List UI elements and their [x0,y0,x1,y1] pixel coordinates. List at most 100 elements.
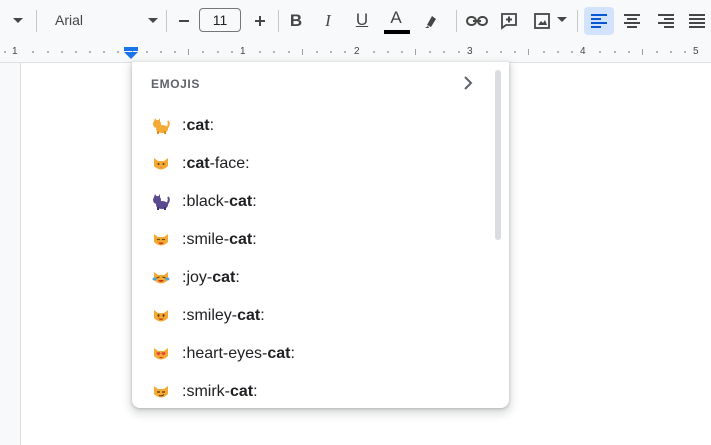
ruler-mark [415,49,416,55]
ruler-mark [89,51,91,53]
emoji-option-label: :cat-face: [182,155,250,172]
ruler-mark [61,51,63,53]
emoji-option[interactable]: :black-cat: [132,183,497,221]
emoji-option[interactable]: :cat-face: [132,145,497,183]
emoji-option-label: :heart-eyes-cat: [182,345,295,362]
decrease-font-size-button[interactable] [170,8,198,34]
font-family-select[interactable]: Arial [55,12,83,28]
popup-title: EMOJIS [151,77,200,91]
ruler-mark [4,51,6,53]
font-family-chevron-down-icon[interactable] [146,15,160,27]
ruler-mark [373,51,375,53]
ruler-mark [543,51,545,53]
chevron-right-icon[interactable] [459,74,477,92]
ruler-mark [117,51,119,53]
font-size-input[interactable]: 11 [199,8,241,32]
cat-face-emoji-icon [152,156,170,172]
ruler-mark [202,51,204,53]
ruler-mark [387,51,389,53]
emoji-option[interactable]: :smiley-cat: [132,297,497,335]
ruler-number: 2 [354,46,360,57]
image-chevron-down-icon[interactable] [556,15,568,25]
emoji-option[interactable]: :cat: [132,107,497,145]
smiley-cat-emoji-icon [152,308,170,324]
ruler-mark [429,51,431,53]
justify-button[interactable] [683,7,711,35]
ruler-mark [259,51,261,53]
ruler-mark [656,51,658,53]
smirk-cat-emoji-icon [152,384,170,400]
emoji-option[interactable]: :smirk-cat: [132,373,497,408]
ruler-mark [500,51,502,53]
ruler-mark [528,49,529,55]
ruler-mark [458,51,460,53]
toolbar-divider [166,10,167,32]
ruler-mark [146,51,148,53]
toolbar-divider [456,10,457,32]
ruler-mark [231,51,233,53]
emoji-option-label: :black-cat: [182,193,257,210]
ruler-number: 5 [693,46,699,57]
ruler-mark [316,51,318,53]
ruler-mark [486,51,488,53]
align-right-button[interactable] [652,7,680,35]
emoji-option[interactable]: :heart-eyes-cat: [132,335,497,373]
ruler-mark [302,49,303,55]
ruler-mark [443,51,445,53]
emoji-option-label: :joy-cat: [182,269,240,286]
ruler-mark [628,51,630,53]
emoji-option-label: :smirk-cat: [182,383,258,400]
heart-eyes-cat-emoji-icon [152,346,170,362]
text-color-swatch [384,30,410,34]
emoji-suggestion-popup: EMOJIS :cat: :cat-face: :black-cat: :smi… [132,62,509,408]
insert-image-icon[interactable] [531,10,553,32]
toolbar-divider [36,10,37,32]
emoji-option-label: :cat: [182,117,215,134]
ruler-mark [599,51,601,53]
ruler-mark [288,51,290,53]
align-center-button[interactable] [618,7,646,35]
styles-dropdown-icon[interactable] [10,12,26,30]
bold-button[interactable]: B [286,10,306,32]
ruler-mark [571,51,573,53]
cat-emoji-icon [152,118,170,134]
text-color-button[interactable]: A [385,6,407,30]
increase-font-size-button[interactable] [246,8,274,34]
ruler-number: 4 [580,46,586,57]
ruler-mark [614,51,616,53]
ruler-mark [273,51,275,53]
ruler-mark [188,49,189,55]
align-left-button[interactable] [584,7,614,35]
toolbar-divider [278,10,279,32]
ruler-mark [75,51,77,53]
ruler-mark [32,51,34,53]
ruler-mark [670,51,672,53]
smile-cat-emoji-icon [152,232,170,248]
italic-button[interactable]: I [318,10,338,32]
ruler-mark [514,51,516,53]
highlight-color-icon[interactable] [421,10,443,32]
ruler-mark [160,51,162,53]
ruler-mark [103,51,105,53]
ruler-mark [401,51,403,53]
underline-button[interactable]: U [352,9,372,31]
emoji-option[interactable]: :joy-cat: [132,259,497,297]
ruler-number: 1 [240,46,246,57]
toolbar-divider [577,10,578,32]
ruler-mark [344,51,346,53]
insert-comment-icon[interactable] [498,10,520,32]
ruler-mark [47,51,49,53]
insert-link-icon[interactable] [465,10,489,32]
emoji-option[interactable]: :smile-cat: [132,221,497,259]
ruler-mark [557,51,559,53]
ruler-mark [330,51,332,53]
black-cat-emoji-icon [152,194,170,210]
emoji-option-label: :smiley-cat: [182,307,265,324]
joy-cat-emoji-icon [152,270,170,286]
first-line-indent-marker-icon[interactable] [124,47,138,59]
emoji-option-label: :smile-cat: [182,231,257,248]
horizontal-ruler[interactable]: 1 1 2 3 4 5 [0,42,711,63]
ruler-mark [174,51,176,53]
ruler-number: 1 [12,46,18,57]
ruler-number: 3 [467,46,473,57]
